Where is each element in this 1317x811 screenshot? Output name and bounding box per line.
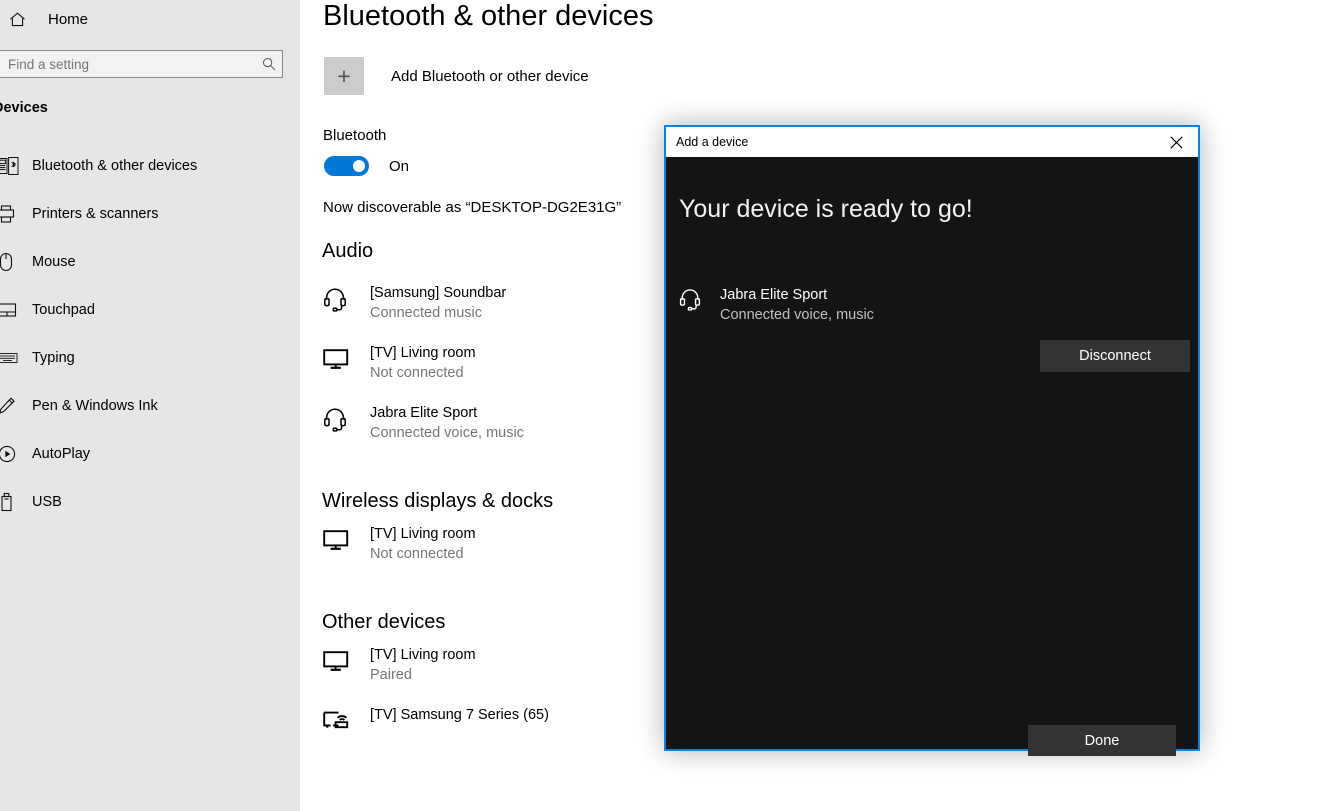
- disconnect-button[interactable]: Disconnect: [1040, 340, 1190, 372]
- plus-glyph: +: [337, 62, 351, 89]
- monitor-icon: [322, 524, 362, 553]
- discoverable-text: Now discoverable as “DESKTOP-DG2E31G”: [323, 199, 622, 216]
- device-row-tv-living-room-other[interactable]: [TV] Living room Paired: [322, 645, 476, 685]
- sidebar-item-label: Mouse: [32, 254, 76, 270]
- home-icon: [2, 11, 32, 27]
- device-name: Jabra Elite Sport: [370, 405, 478, 421]
- device-row-jabra-elite-sport[interactable]: Jabra Elite Sport Connected voice, music: [322, 403, 524, 443]
- headset-icon: [322, 283, 362, 312]
- device-row-samsung-7-series[interactable]: [TV] Samsung 7 Series (65): [322, 705, 549, 736]
- usb-icon: [0, 492, 22, 512]
- toggle-knob: [353, 160, 365, 172]
- bluetooth-toggle-row[interactable]: On: [324, 156, 409, 176]
- printer-icon: [0, 204, 22, 224]
- sidebar-item-label: Bluetooth & other devices: [32, 158, 198, 174]
- sidebar-item-usb[interactable]: USB: [0, 478, 300, 526]
- device-status: Connected voice, music: [370, 425, 524, 441]
- search-input[interactable]: Find a setting: [0, 50, 283, 78]
- dialog-heading: Your device is ready to go!: [679, 195, 973, 223]
- device-status: Not connected: [370, 365, 464, 381]
- plus-icon: +: [324, 57, 364, 95]
- add-bluetooth-device-button[interactable]: + Add Bluetooth or other device: [324, 57, 589, 95]
- monitor-icon: [322, 343, 362, 372]
- touchpad-icon: [0, 300, 22, 320]
- device-name: [Samsung] Soundbar: [370, 285, 507, 301]
- device-row-tv-living-room-audio[interactable]: [TV] Living room Not connected: [322, 343, 476, 383]
- sidebar-item-label: Typing: [32, 350, 75, 366]
- sidebar-item-label: Printers & scanners: [32, 206, 159, 222]
- page-title: Bluetooth & other devices: [323, 0, 654, 32]
- device-name: [TV] Living room: [370, 647, 476, 663]
- dialog-device-row: Jabra Elite Sport Connected voice, music: [678, 285, 874, 325]
- wireless-display-icon: [322, 705, 362, 736]
- autoplay-icon: [0, 444, 22, 464]
- mouse-icon: [0, 252, 22, 272]
- close-icon[interactable]: [1154, 127, 1198, 157]
- sidebar-item-label: USB: [32, 494, 62, 510]
- dialog-title: Add a device: [676, 135, 749, 149]
- sidebar-item-typing[interactable]: Typing: [0, 334, 300, 382]
- sidebar-item-autoplay[interactable]: AutoPlay: [0, 430, 300, 478]
- sidebar-item-printers-scanners[interactable]: Printers & scanners: [0, 190, 300, 238]
- device-name: [TV] Samsung 7 Series (65): [370, 707, 549, 723]
- dialog-body: Your device is ready to go! Jabra Elite …: [666, 157, 1198, 756]
- headset-icon: [678, 285, 712, 316]
- search-placeholder: Find a setting: [8, 56, 90, 72]
- add-device-label: Add Bluetooth or other device: [391, 67, 589, 85]
- device-status: Not connected: [370, 546, 464, 562]
- sidebar-home-label: Home: [48, 10, 89, 28]
- device-status: Connected music: [370, 305, 483, 321]
- bluetooth-toggle-state: On: [389, 157, 410, 175]
- device-name: [TV] Living room: [370, 526, 476, 542]
- pen-icon: [0, 396, 22, 416]
- dialog-device-name: Jabra Elite Sport: [720, 287, 828, 303]
- sidebar-item-bluetooth-other-devices[interactable]: Bluetooth & other devices: [0, 142, 300, 190]
- monitor-icon: [322, 645, 362, 674]
- sidebar-item-mouse[interactable]: Mouse: [0, 238, 300, 286]
- group-heading-wireless-displays: Wireless displays & docks: [322, 490, 554, 512]
- sidebar-item-home[interactable]: Home: [0, 4, 88, 34]
- sidebar-item-touchpad[interactable]: Touchpad: [0, 286, 300, 334]
- bluetooth-toggle[interactable]: [324, 156, 369, 176]
- settings-sidebar: Home Find a setting Devices: [0, 0, 300, 811]
- add-a-device-dialog: Add a device Your device is ready to go!: [664, 125, 1200, 756]
- dialog-titlebar[interactable]: Add a device: [666, 127, 1198, 157]
- sidebar-item-label: AutoPlay: [32, 446, 91, 462]
- sidebar-item-label: Pen & Windows Ink: [32, 398, 158, 414]
- device-status: Paired: [370, 667, 412, 683]
- done-button[interactable]: Done: [1028, 725, 1176, 756]
- group-heading-audio: Audio: [322, 240, 374, 262]
- sidebar-item-label: Touchpad: [32, 302, 95, 318]
- device-name: [TV] Living room: [370, 345, 476, 361]
- group-heading-other-devices: Other devices: [322, 611, 446, 633]
- bluetooth-section-label: Bluetooth: [323, 127, 387, 144]
- bluetooth-devices-icon: [0, 156, 22, 176]
- sidebar-item-pen-windows-ink[interactable]: Pen & Windows Ink: [0, 382, 300, 430]
- sidebar-nav-list: Bluetooth & other devices Printers & sca…: [0, 142, 300, 526]
- search-icon[interactable]: [256, 57, 282, 71]
- device-row-samsung-soundbar[interactable]: [Samsung] Soundbar Connected music: [322, 283, 506, 323]
- device-row-tv-living-room-display[interactable]: [TV] Living room Not connected: [322, 524, 476, 564]
- keyboard-icon: [0, 348, 22, 368]
- dialog-device-status: Connected voice, music: [720, 307, 874, 323]
- headset-icon: [322, 403, 362, 432]
- sidebar-section-heading: Devices: [0, 100, 48, 116]
